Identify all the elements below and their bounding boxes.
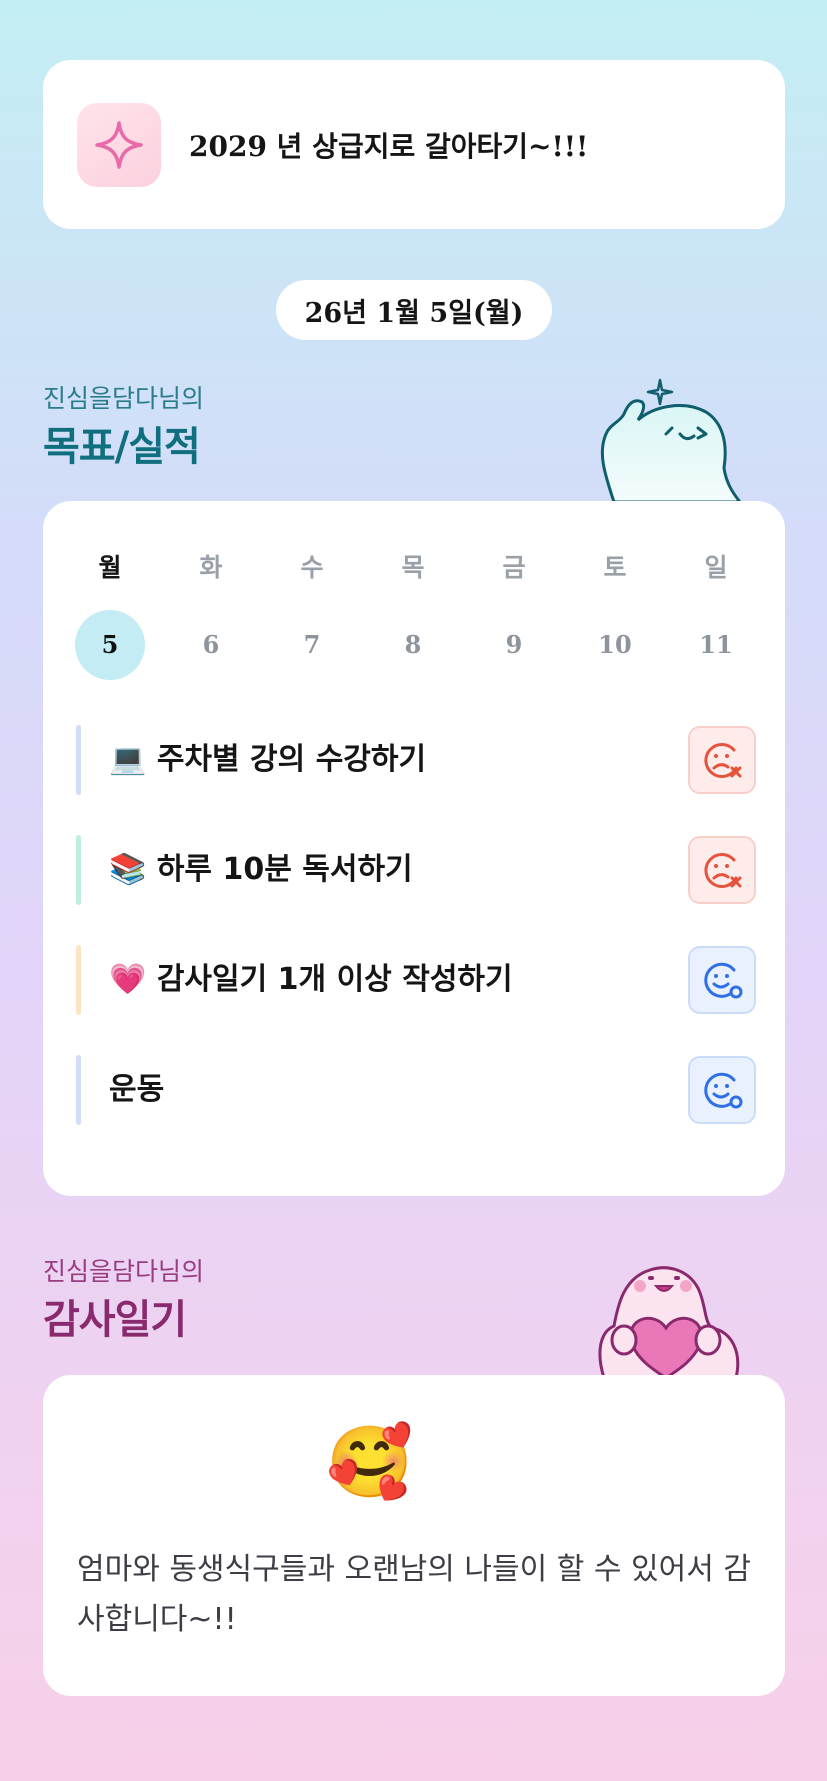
- weekday-sun[interactable]: 일: [676, 548, 756, 584]
- goals-section-subtitle: 진심을담다님의: [43, 384, 205, 413]
- smiling-face-with-hearts-icon: 🥰: [326, 1421, 414, 1503]
- smile-face-check-icon: [704, 1072, 743, 1109]
- task-row[interactable]: 💻 주차별 강의 수강하기: [76, 725, 756, 795]
- weekday-tue[interactable]: 화: [171, 548, 251, 584]
- task-label: 💗 감사일기 1개 이상 작성하기: [109, 962, 513, 997]
- task-color-bar: [76, 835, 81, 905]
- task-label: 운동: [109, 1072, 165, 1107]
- books-icon: 📚: [109, 852, 147, 887]
- sparkle-icon: [77, 102, 161, 187]
- task-label: 📚 하루 10분 독서하기: [109, 852, 413, 887]
- task-status-done-button[interactable]: [688, 1056, 756, 1124]
- day-7[interactable]: 7: [277, 610, 347, 680]
- task-status-fail-button[interactable]: [688, 836, 756, 904]
- day-5-selected[interactable]: 5: [75, 610, 145, 680]
- weekday-mon[interactable]: 월: [70, 548, 150, 584]
- task-color-bar: [76, 1055, 81, 1125]
- weekday-thu[interactable]: 목: [373, 548, 453, 584]
- diary-entry-text: 엄마와 동생식구들과 오랜남의 나들이 할 수 있어서 감사합니다~!!: [77, 1552, 751, 1637]
- task-status-done-button[interactable]: [688, 946, 756, 1014]
- gratitude-diary-card[interactable]: [43, 1375, 785, 1696]
- diary-section-title: 감사일기: [43, 1297, 187, 1343]
- weekday-sat[interactable]: 토: [575, 548, 655, 584]
- sad-face-x-icon: [704, 742, 742, 778]
- task-row[interactable]: 💗 감사일기 1개 이상 작성하기: [76, 945, 756, 1015]
- teal-mascot-illustration: [594, 372, 754, 506]
- goals-section-title: 목표/실적: [43, 424, 201, 470]
- task-label: 💻 주차별 강의 수강하기: [109, 742, 427, 777]
- goal-banner[interactable]: 2029 년 상급지로 갈아타기~!!!: [43, 60, 785, 229]
- weekday-fri[interactable]: 금: [474, 548, 554, 584]
- diary-section-subtitle: 진심을담다님의: [43, 1257, 205, 1286]
- pink-heart-icon: 💗: [109, 962, 147, 997]
- day-9[interactable]: 9: [479, 610, 549, 680]
- day-11[interactable]: 11: [681, 610, 751, 680]
- day-6[interactable]: 6: [176, 610, 246, 680]
- laptop-icon: 💻: [109, 742, 147, 777]
- task-color-bar: [76, 725, 81, 795]
- day-10[interactable]: 10: [580, 610, 650, 680]
- weekday-wed[interactable]: 수: [272, 548, 352, 584]
- date-label[interactable]: 26년 1월 5일(월): [276, 280, 552, 340]
- task-status-fail-button[interactable]: [688, 726, 756, 794]
- smile-face-check-icon: [704, 962, 743, 999]
- pink-mascot-illustration: [590, 1248, 755, 1382]
- task-row[interactable]: 운동: [76, 1055, 756, 1125]
- task-row[interactable]: 📚 하루 10분 독서하기: [76, 835, 756, 905]
- sad-face-x-icon: [704, 852, 742, 888]
- day-8[interactable]: 8: [378, 610, 448, 680]
- goal-text: 2029 년 상급지로 갈아타기~!!!: [189, 129, 589, 163]
- task-color-bar: [76, 945, 81, 1015]
